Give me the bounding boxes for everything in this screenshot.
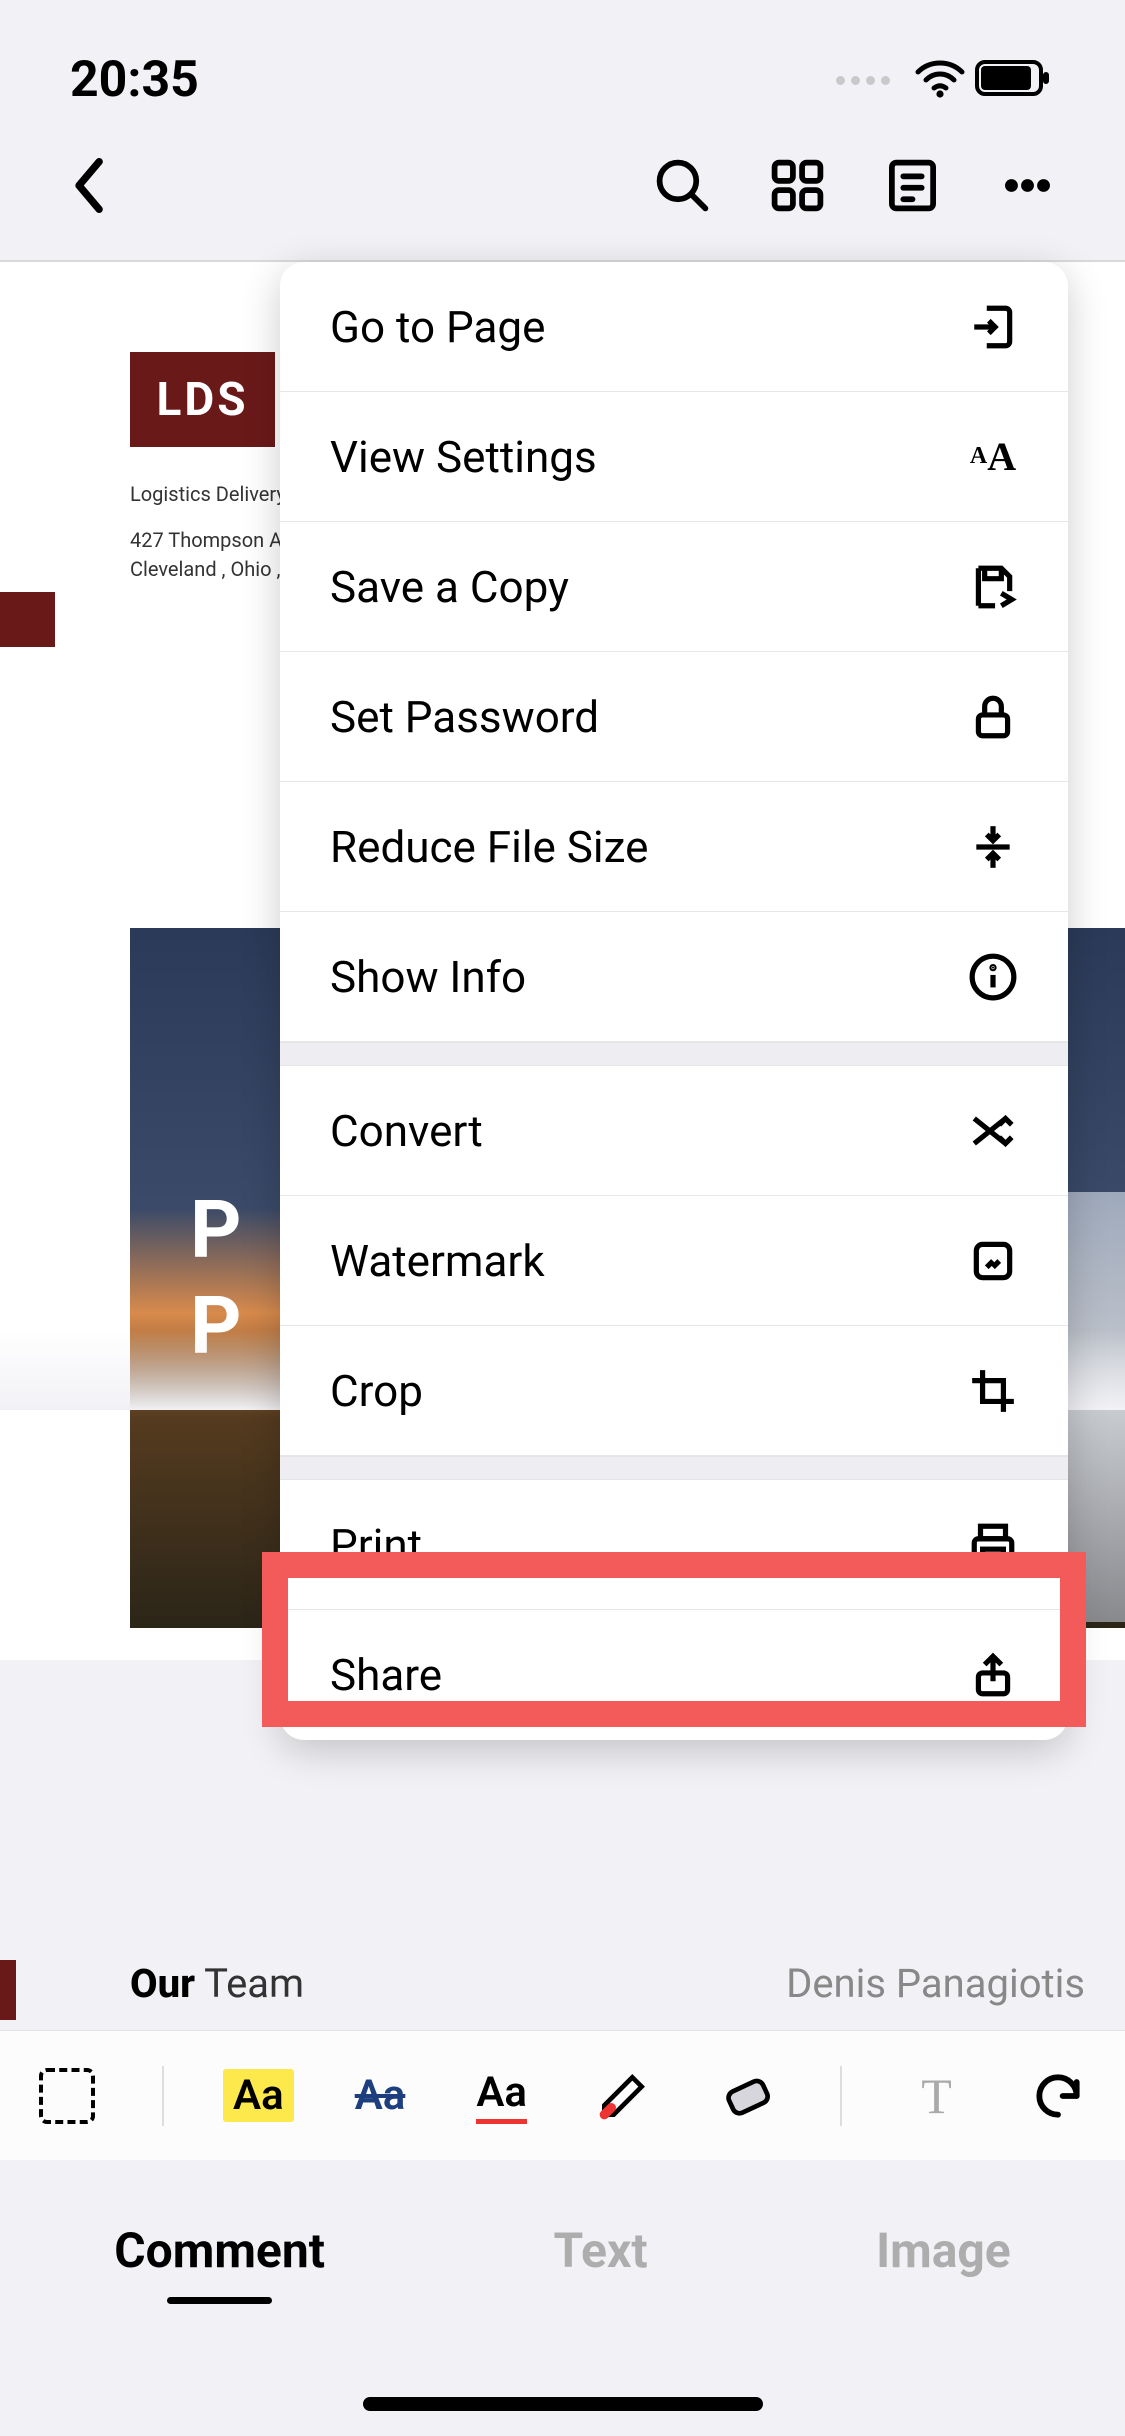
menu-item-print[interactable]: Print: [280, 1480, 1068, 1610]
section-heading: Team: [204, 1960, 304, 2007]
document-logo: LDS: [130, 352, 275, 447]
menu-item-reduce-file-size[interactable]: Reduce File Size: [280, 782, 1068, 912]
menu-label: Watermark: [330, 1235, 545, 1287]
more-menu: Go to Page View Settings AA Save a Copy …: [280, 262, 1068, 1740]
menu-label: Print: [330, 1519, 422, 1571]
share-icon: [968, 1650, 1018, 1700]
outline-button[interactable]: [885, 158, 940, 217]
info-icon: [968, 952, 1018, 1002]
back-button[interactable]: [70, 158, 110, 217]
text-insert-button[interactable]: T: [900, 2056, 974, 2136]
menu-item-view-settings[interactable]: View Settings AA: [280, 392, 1068, 522]
menu-item-goto-page[interactable]: Go to Page: [280, 262, 1068, 392]
menu-item-set-password[interactable]: Set Password: [280, 652, 1068, 782]
menu-item-watermark[interactable]: Watermark: [280, 1196, 1068, 1326]
tab-image[interactable]: Image: [876, 2222, 1011, 2279]
menu-label: Convert: [330, 1105, 483, 1157]
save-icon: [968, 562, 1018, 612]
tab-comment[interactable]: Comment: [114, 2222, 325, 2279]
menu-item-show-info[interactable]: Show Info: [280, 912, 1068, 1042]
menu-item-crop[interactable]: Crop: [280, 1326, 1068, 1456]
menu-label: Go to Page: [330, 301, 545, 353]
crop-icon: [968, 1366, 1018, 1416]
menu-item-share[interactable]: Share: [280, 1610, 1068, 1740]
status-time: 20:35: [70, 51, 199, 109]
menu-separator: [280, 1456, 1068, 1480]
section-heading-bold: Our: [130, 1960, 195, 2007]
select-rect-button[interactable]: [30, 2056, 104, 2136]
status-indicators: [836, 58, 1055, 102]
menu-separator: [280, 1042, 1068, 1066]
menu-label: Share: [330, 1649, 442, 1701]
lock-icon: [968, 692, 1018, 742]
undo-button[interactable]: [1021, 2056, 1095, 2136]
menu-label: Crop: [330, 1365, 423, 1417]
annotation-toolbar: Aa Aa Aa T: [0, 2030, 1125, 2160]
document-section-peek: Our Team Denis Panagiotis: [130, 1960, 1085, 2020]
bottom-tabbar: Comment Text Image: [0, 2180, 1125, 2320]
convert-icon: [968, 1106, 1018, 1156]
pen-button[interactable]: [587, 2056, 661, 2136]
text-size-icon: AA: [968, 432, 1018, 482]
menu-label: Save a Copy: [330, 561, 569, 613]
compress-icon: [968, 822, 1018, 872]
watermark-icon: [968, 1236, 1018, 1286]
battery-icon: [975, 58, 1055, 102]
wifi-icon: [915, 58, 965, 102]
strikethrough-button[interactable]: Aa: [343, 2056, 417, 2136]
accent-strip: [0, 1960, 16, 2020]
menu-item-convert[interactable]: Convert: [280, 1066, 1068, 1196]
eraser-button[interactable]: [708, 2056, 782, 2136]
tab-text[interactable]: Text: [553, 2222, 647, 2279]
toolbar-divider: [840, 2066, 842, 2126]
menu-label: Set Password: [330, 691, 599, 743]
print-icon: [968, 1520, 1018, 1570]
more-button[interactable]: [1000, 158, 1055, 217]
home-indicator[interactable]: [363, 2397, 763, 2411]
menu-label: View Settings: [330, 431, 597, 483]
status-bar: 20:35: [0, 0, 1125, 130]
underline-button[interactable]: Aa: [465, 2056, 539, 2136]
hero-text-line: P: [190, 1183, 242, 1277]
highlight-button[interactable]: Aa: [222, 2056, 296, 2136]
toolbar-divider: [162, 2066, 164, 2126]
signal-dots-icon: [836, 76, 890, 85]
menu-item-save-copy[interactable]: Save a Copy: [280, 522, 1068, 652]
top-toolbar: [0, 130, 1125, 260]
menu-label: Show Info: [330, 951, 526, 1003]
section-text: Denis Panagiotis: [786, 1960, 1085, 2020]
search-button[interactable]: [655, 158, 710, 217]
accent-block: [0, 592, 55, 647]
menu-label: Reduce File Size: [330, 821, 648, 873]
grid-view-button[interactable]: [770, 158, 825, 217]
goto-page-icon: [968, 302, 1018, 352]
